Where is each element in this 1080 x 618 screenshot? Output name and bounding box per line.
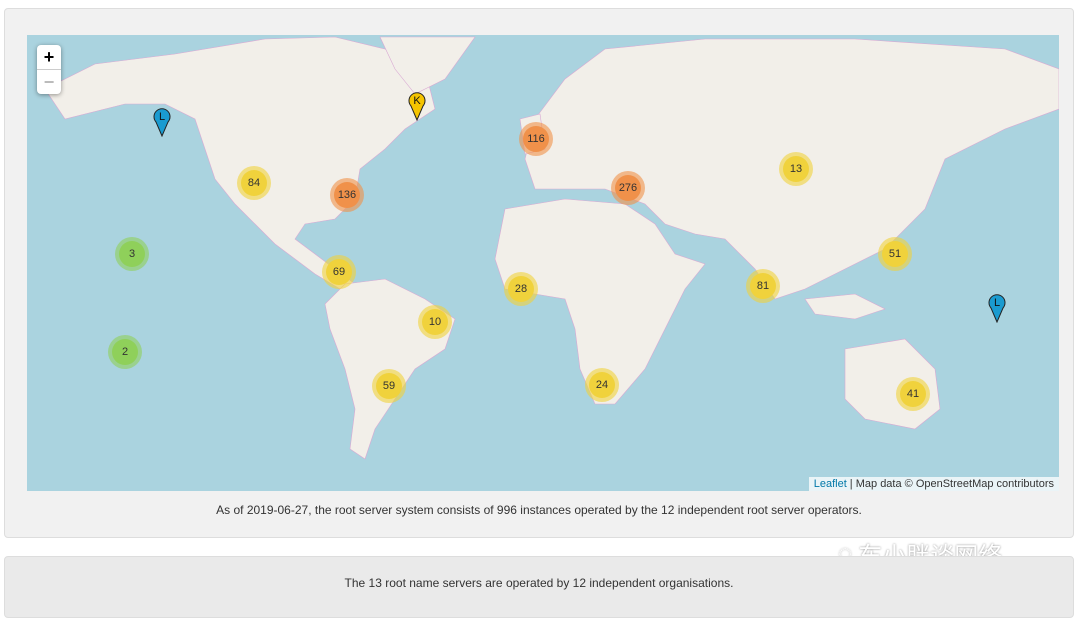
marker-cluster[interactable]: 276 [611, 171, 645, 205]
cluster-count: 136 [334, 182, 360, 208]
cluster-count: 28 [508, 276, 534, 302]
cluster-count: 276 [615, 175, 641, 201]
cluster-count: 24 [589, 372, 615, 398]
cluster-count: 10 [422, 309, 448, 335]
marker-cluster[interactable]: 51 [878, 237, 912, 271]
leaflet-link[interactable]: Leaflet [814, 478, 847, 490]
marker-cluster[interactable]: 116 [519, 122, 553, 156]
pin-letter: K [413, 95, 421, 107]
cluster-count: 116 [523, 126, 549, 152]
cluster-count: 13 [783, 156, 809, 182]
marker-cluster[interactable]: 59 [372, 369, 406, 403]
zoom-out-button[interactable]: − [37, 69, 61, 94]
marker-cluster[interactable]: 81 [746, 269, 780, 303]
map-panel: + − 84 136 3 2 69 10 59 28 24 116 276 13 51 81 41 LKL … [4, 8, 1074, 538]
attribution-text: Map data © OpenStreetMap contributors [855, 478, 1054, 490]
cluster-count: 3 [119, 241, 145, 267]
marker-cluster[interactable]: 84 [237, 166, 271, 200]
cluster-count: 51 [882, 241, 908, 267]
operators-panel: The 13 root name servers are operated by… [4, 556, 1074, 618]
attr-sep: | [846, 478, 856, 490]
cluster-count: 69 [326, 259, 352, 285]
pin-letter: L [159, 111, 165, 123]
cluster-count: 84 [241, 170, 267, 196]
map-attribution: Leaflet | Map data © OpenStreetMap contr… [808, 477, 1059, 491]
cluster-count: 59 [376, 373, 402, 399]
cluster-count: 81 [750, 273, 776, 299]
marker-cluster[interactable]: 136 [330, 178, 364, 212]
marker-cluster[interactable]: 3 [115, 237, 149, 271]
zoom-in-button[interactable]: + [37, 45, 61, 69]
marker-cluster[interactable]: 13 [779, 152, 813, 186]
marker-cluster[interactable]: 2 [108, 335, 142, 369]
marker-cluster[interactable]: 10 [418, 305, 452, 339]
marker-cluster[interactable]: 41 [896, 377, 930, 411]
world-map[interactable]: + − 84 136 3 2 69 10 59 28 24 116 276 13 51 81 41 LKL … [27, 35, 1059, 491]
zoom-control: + − [37, 45, 61, 94]
marker-cluster[interactable]: 69 [322, 255, 356, 289]
pin-letter: L [994, 297, 1000, 309]
operators-text: The 13 root name servers are operated by… [344, 576, 734, 590]
cluster-count: 2 [112, 339, 138, 365]
cluster-count: 41 [900, 381, 926, 407]
marker-cluster[interactable]: 24 [585, 368, 619, 402]
marker-cluster[interactable]: 28 [504, 272, 538, 306]
instance-summary: As of 2019-06-27, the root server system… [216, 503, 862, 517]
